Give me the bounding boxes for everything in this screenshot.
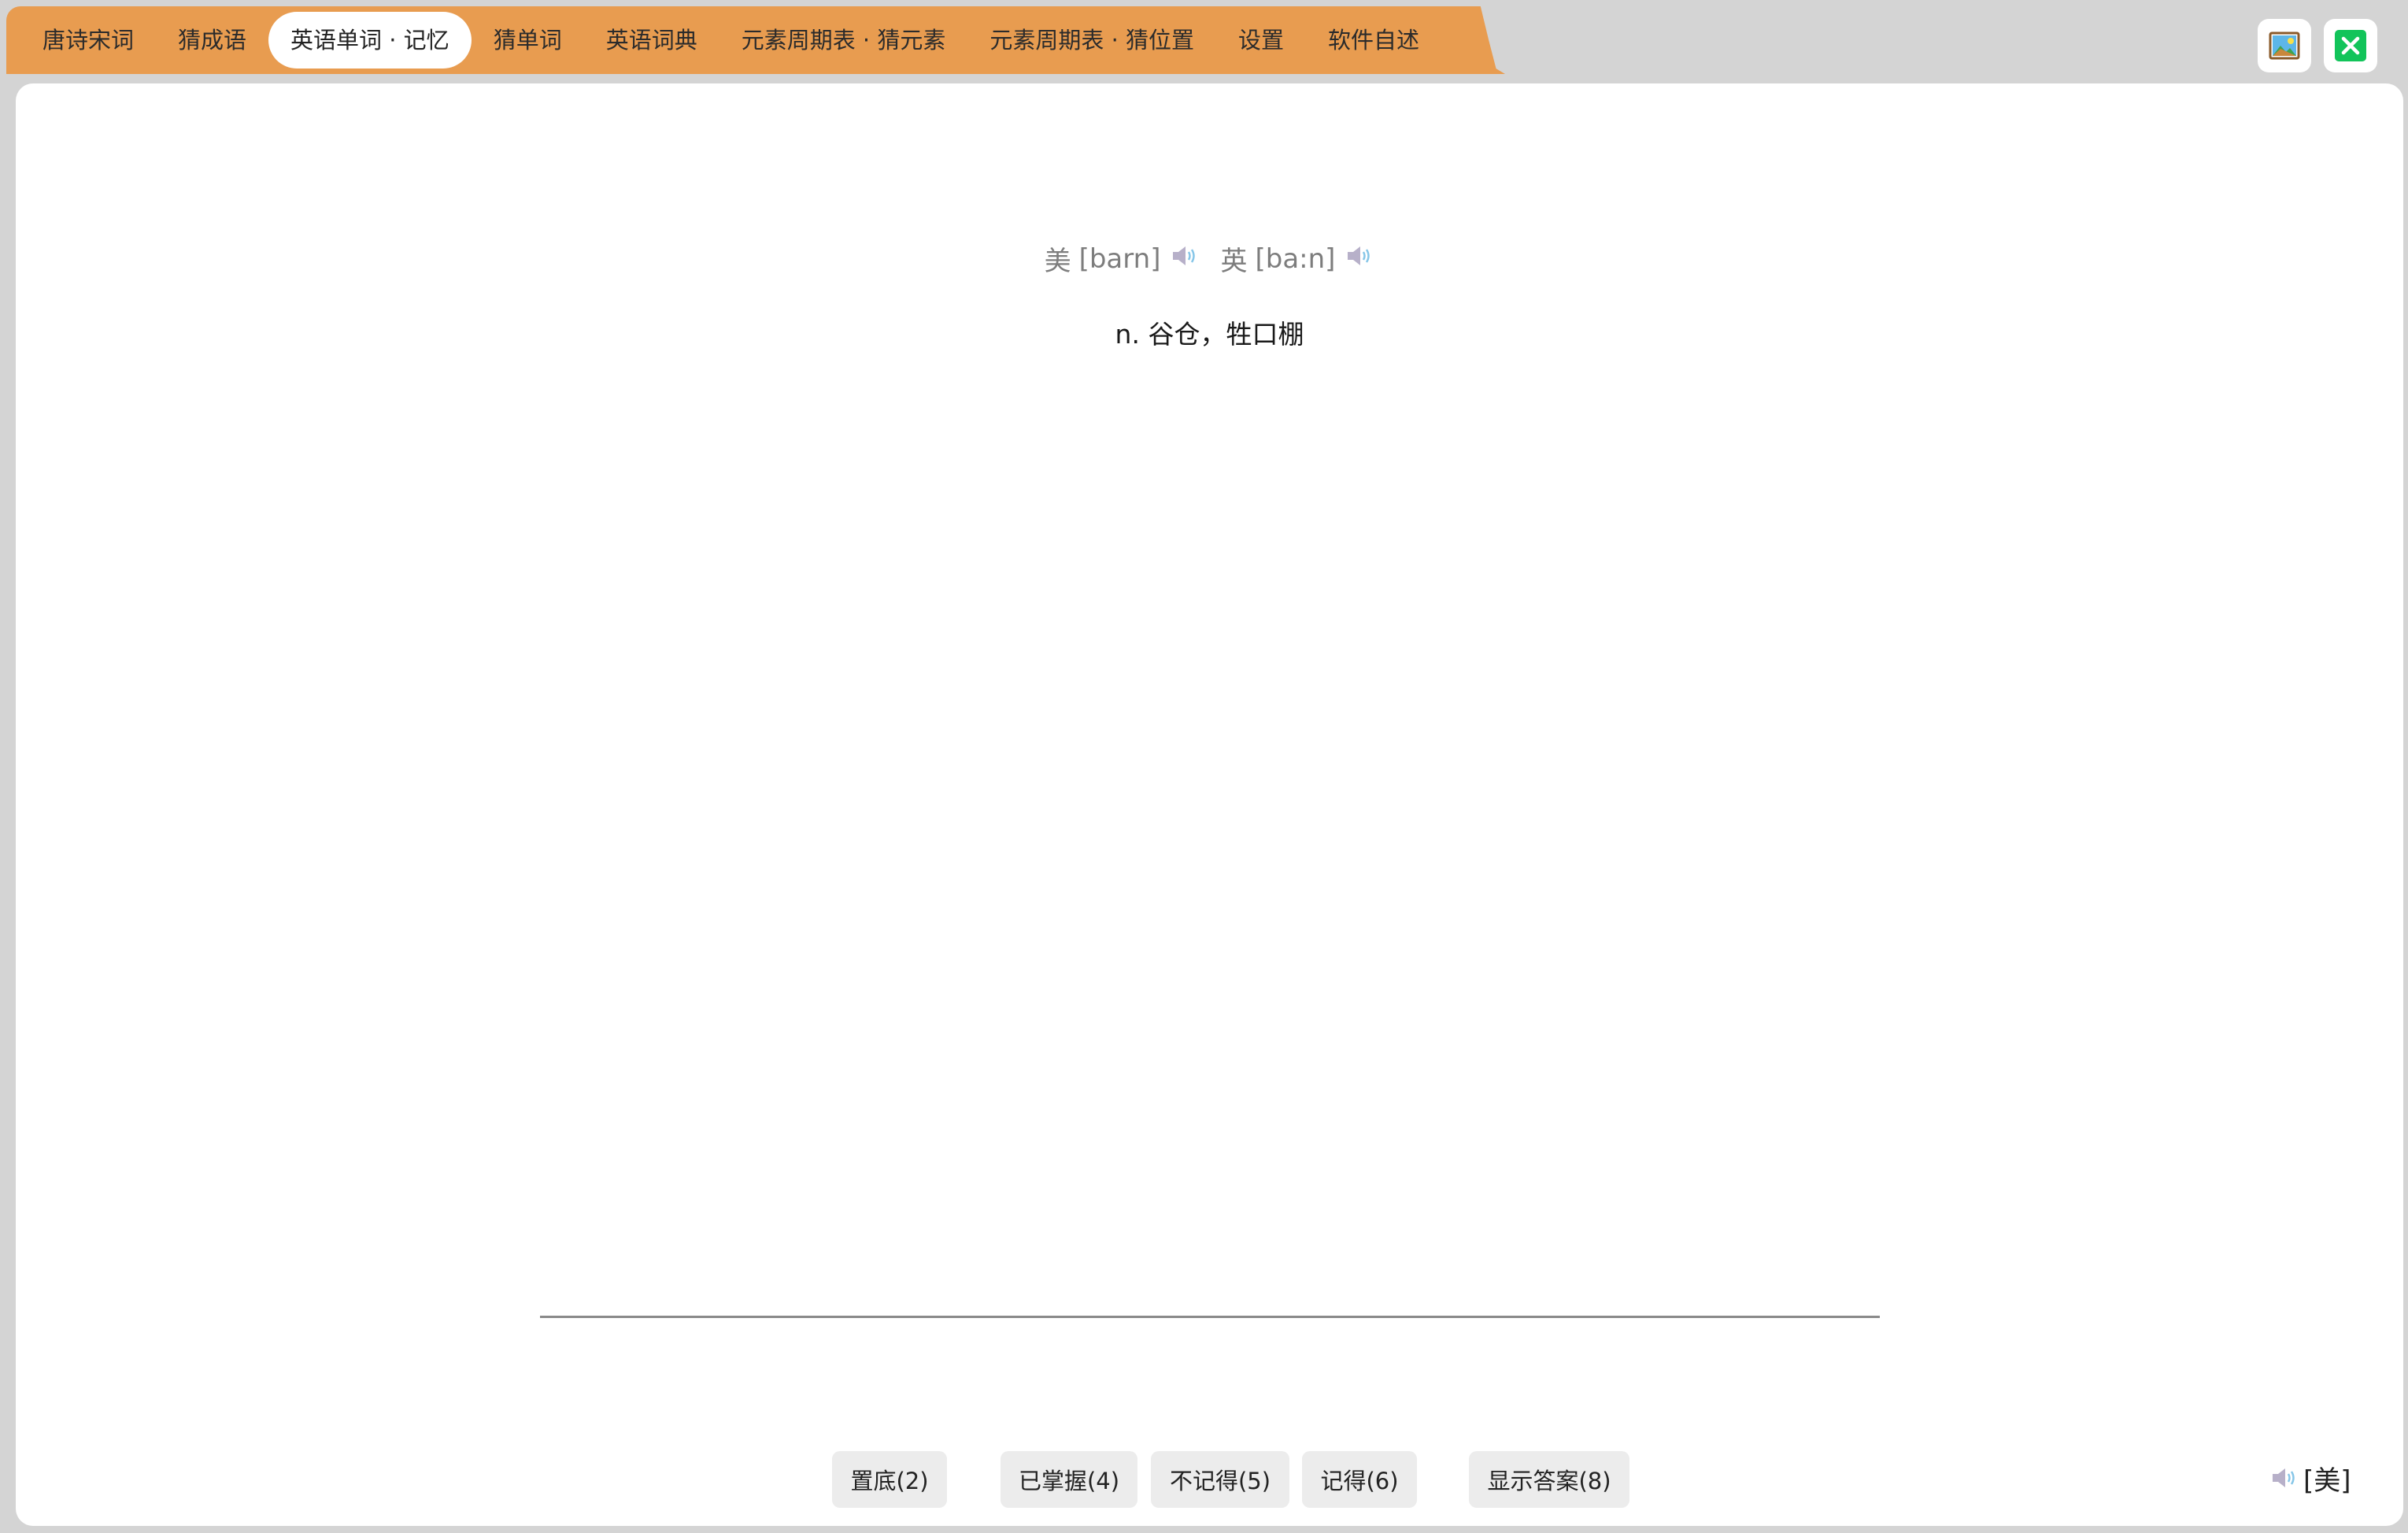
uk-phonetic: [ba:n] (1255, 243, 1336, 275)
speaker-icon (2273, 1468, 2295, 1487)
tab-tang-poetry[interactable]: 唐诗宋词 (20, 12, 156, 69)
tab-periodic-guess-element[interactable]: 元素周期表 · 猜元素 (719, 12, 968, 69)
close-button[interactable] (2324, 19, 2377, 72)
tab-guess-word[interactable]: 猜单词 (472, 12, 584, 69)
tab-english-word-memory[interactable]: 英语单词 · 记忆 (268, 12, 472, 69)
uk-speaker-icon[interactable] (1346, 243, 1374, 275)
show-answer-button[interactable]: 显示答案(8) (1469, 1451, 1629, 1508)
app-window: 唐诗宋词 猜成语 英语单词 · 记忆 猜单词 英语词典 元素周期表 · 猜元素 … (0, 0, 2408, 1533)
tab-periodic-guess-position[interactable]: 元素周期表 · 猜位置 (967, 12, 1216, 69)
us-speaker-icon[interactable] (1171, 243, 1200, 275)
tab-bar-tail (1464, 6, 1505, 74)
uk-label: 英 (1220, 246, 1248, 277)
forgot-button[interactable]: 不记得(5) (1151, 1451, 1289, 1508)
us-phonetic: [barn] (1078, 243, 1161, 275)
move-to-bottom-button[interactable]: 置底(2) (832, 1451, 947, 1508)
accent-toggle[interactable]: [美] (2270, 1458, 2351, 1498)
tab-about[interactable]: 软件自述 (1306, 12, 1441, 69)
tab-settings[interactable]: 设置 (1216, 12, 1306, 69)
accent-label: [美] (2303, 1464, 2351, 1497)
uk-pronunciation: 英 [ba:n] (1220, 239, 1374, 278)
remembered-button[interactable]: 记得(6) (1302, 1451, 1417, 1508)
pronunciation-row: 美 [barn] 英 [ba:n] (16, 239, 2403, 278)
mastered-button[interactable]: 已掌握(4) (1001, 1451, 1137, 1508)
image-button[interactable] (2258, 19, 2311, 72)
us-pronunciation: 美 [barn] (1045, 239, 1200, 278)
divider (540, 1316, 1880, 1318)
tab-bar: 唐诗宋词 猜成语 英语单词 · 记忆 猜单词 英语词典 元素周期表 · 猜元素 … (6, 6, 1475, 74)
tab-guess-idiom[interactable]: 猜成语 (156, 12, 268, 69)
main-panel: 美 [barn] 英 [ba:n] n. 谷仓，牲口棚 置底(2) 已掌握(4)… (16, 83, 2403, 1526)
word-definition: n. 谷仓，牲口棚 (1115, 319, 1304, 350)
tab-english-dictionary[interactable]: 英语词典 (584, 12, 719, 69)
us-label: 美 (1044, 246, 1071, 277)
close-icon (2335, 30, 2366, 61)
image-icon (2269, 31, 2300, 60)
